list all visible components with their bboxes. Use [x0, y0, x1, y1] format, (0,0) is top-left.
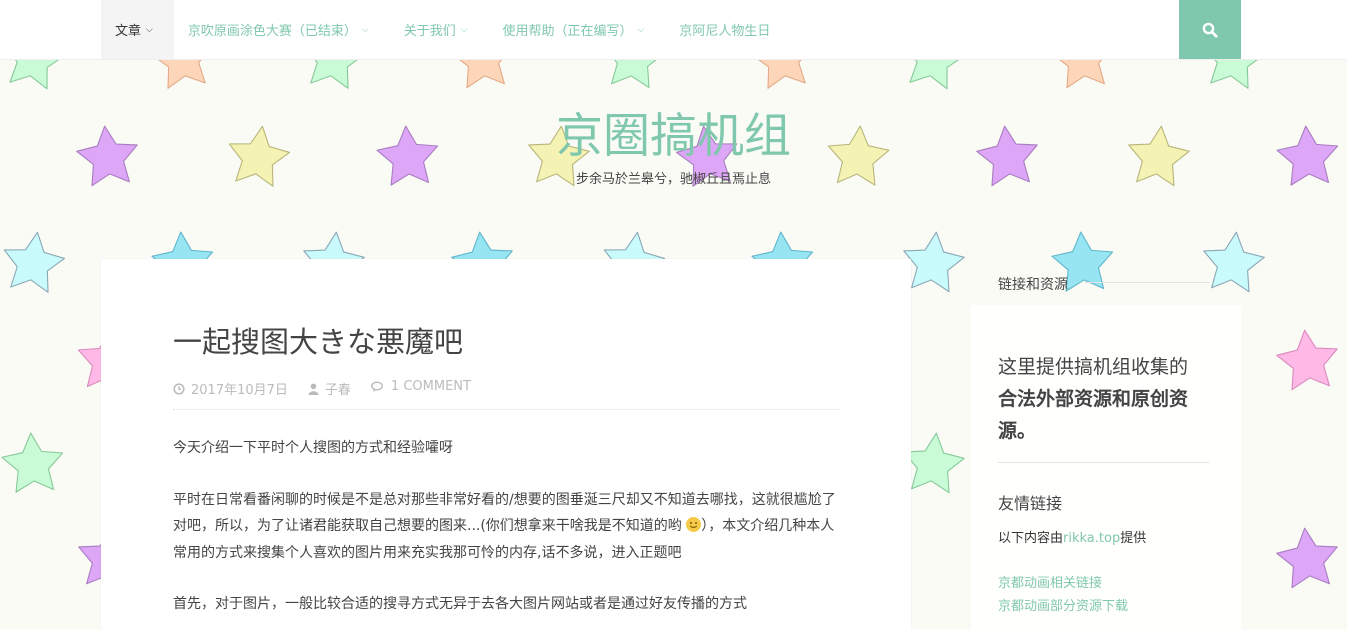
chevron-down-icon: ⌵ — [460, 24, 468, 35]
post-content: 今天介绍一下平时个人搜图的方式和经验嚯呀 平时在日常看番闲聊的时候是不是总对那些… — [173, 435, 839, 630]
nav-item-label: 文章 — [115, 24, 142, 39]
top-navigation-bar: 文章 ⌵ 京吹原画涂色大赛（已结束） ⌵ 关于我们 ⌵ 使用帮助（正在编写） ⌵ 京阿尼… — [0, 0, 1347, 60]
widget-heading-friend-links: 友情链接 — [998, 494, 1063, 513]
user-icon — [308, 383, 319, 395]
chevron-down-icon: ⌵ — [361, 24, 369, 35]
nav-item-about-us[interactable]: 关于我们 ⌵ — [390, 0, 489, 59]
nav-item-label: 京吹原画涂色大赛（已结束） — [187, 24, 357, 39]
kyoani-related-links[interactable]: 京都动画相关链接 — [998, 572, 1102, 591]
kyoani-resource-downloads[interactable]: 京都动画部分资源下载 — [998, 595, 1128, 614]
nav-item-label: 关于我们 — [403, 24, 456, 39]
post-date[interactable]: 2017年10月7日 — [173, 379, 288, 398]
note-prefix: 以下内容由 — [998, 531, 1064, 546]
sidebar: 链接和资源 这里提供搞机组收集的 合法外部资源和原创资源。 友情链接 以下内容由… — [971, 259, 1241, 630]
rikka-top-link[interactable]: rikka.top — [1063, 531, 1120, 546]
nav-item-label: 使用帮助（正在编写） — [502, 24, 633, 39]
post-author[interactable]: 子春 — [308, 379, 351, 398]
site-title[interactable]: 京圈搞机组 — [0, 97, 1347, 166]
chevron-down-icon: ⌵ — [637, 24, 645, 35]
smile-emoji-icon — [686, 517, 702, 532]
nav-item-articles[interactable]: 文章 ⌵ — [101, 0, 174, 59]
nav-item-coloring-contest[interactable]: 京吹原画涂色大赛（已结束） ⌵ — [174, 0, 390, 59]
resources-intro: 这里提供搞机组收集的 合法外部资源和原创资源。 — [998, 351, 1213, 447]
divider — [998, 462, 1209, 463]
nav-item-help[interactable]: 使用帮助（正在编写） ⌵ — [489, 0, 666, 59]
post-author-name: 子春 — [324, 383, 351, 398]
decorative-star-icon — [1273, 524, 1342, 590]
post-meta: 2017年10月7日 子春 1 COMMENT — [173, 379, 839, 410]
note-suffix: 提供 — [1120, 531, 1147, 546]
main-menu: 文章 ⌵ 京吹原画涂色大赛（已结束） ⌵ 关于我们 ⌵ 使用帮助（正在编写） ⌵ 京阿尼… — [101, 0, 791, 59]
clock-icon — [173, 382, 185, 395]
post-date-text: 2017年10月7日 — [191, 383, 288, 398]
friend-links-note: 以下内容由rikka.top提供 — [998, 527, 1146, 546]
post-paragraph: 今天介绍一下平时个人搜图的方式和经验嚯呀 — [173, 440, 453, 456]
decorative-star-icon — [0, 227, 69, 295]
chevron-down-icon: ⌵ — [146, 24, 153, 35]
post-comments-count: 1 COMMENT — [390, 379, 471, 394]
resources-intro-bold: 合法外部资源和原创资源。 — [998, 388, 1189, 442]
search-button[interactable] — [1179, 0, 1241, 59]
widget-heading-links: 链接和资源 — [998, 277, 1068, 293]
post-comments-link[interactable]: 1 COMMENT — [371, 379, 471, 394]
post-article: 一起搜图大きな悪魔吧 2017年10月7日 子春 1 COMMENT 今天介绍一… — [101, 259, 911, 630]
divider — [1085, 282, 1209, 283]
decorative-star-icon — [1273, 326, 1342, 392]
post-paragraph: 平时在日常看番闲聊的时候是不是总对那些非常好看的/想要的图垂涎三尺却又不知道去哪… — [173, 487, 839, 567]
resources-intro-plain: 这里提供搞机组收集的 — [998, 356, 1189, 378]
nav-item-label: 京阿尼人物生日 — [679, 24, 771, 39]
decorative-star-icon — [0, 430, 66, 494]
comments-icon — [371, 381, 383, 392]
nav-item-character-birthdays[interactable]: 京阿尼人物生日 — [665, 0, 791, 59]
post-title[interactable]: 一起搜图大きな悪魔吧 — [173, 319, 463, 361]
site-description: 步余马於兰皋兮，驰椒丘且焉止息 — [575, 172, 771, 187]
post-paragraph: 首先，对于图片，一般比较合适的搜寻方式无异于去各大图片网站或者是通过好友传播的方… — [173, 596, 747, 612]
search-icon — [1202, 22, 1218, 38]
